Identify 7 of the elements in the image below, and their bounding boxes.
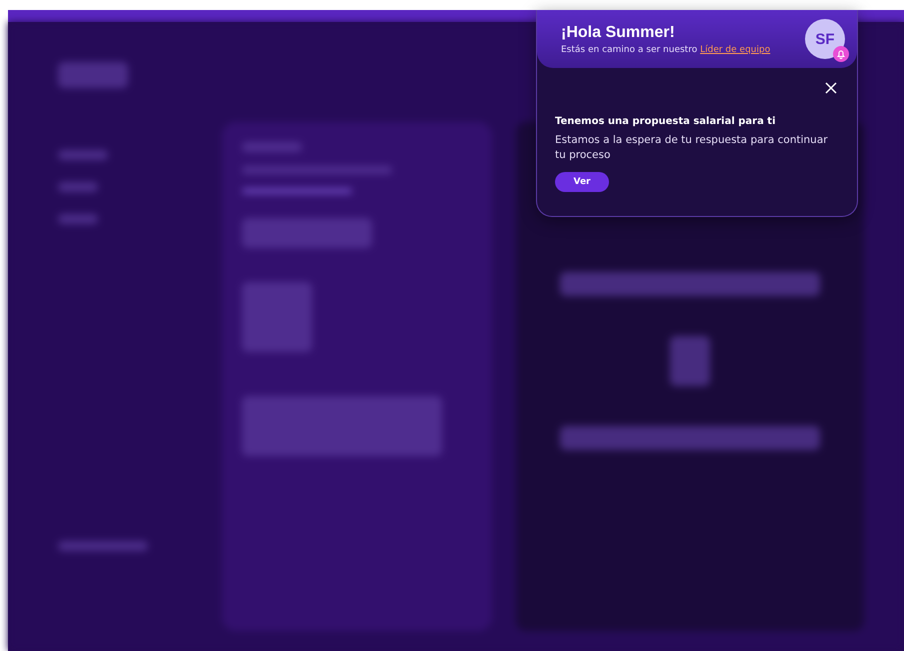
notification-message: Estamos a la espera de tu respuesta para continuar tu proceso <box>555 133 829 162</box>
greeting: ¡Hola Summer! <box>561 24 676 42</box>
subtitle: Estás en camino a ser nuestro <box>561 44 698 54</box>
leader-link[interactable]: Líder de equipo <box>700 44 770 54</box>
close-button[interactable] <box>823 80 839 96</box>
view-button[interactable]: Ver <box>555 172 609 192</box>
notification-title: Tenemos una propuesta salarial para ti <box>555 116 777 127</box>
